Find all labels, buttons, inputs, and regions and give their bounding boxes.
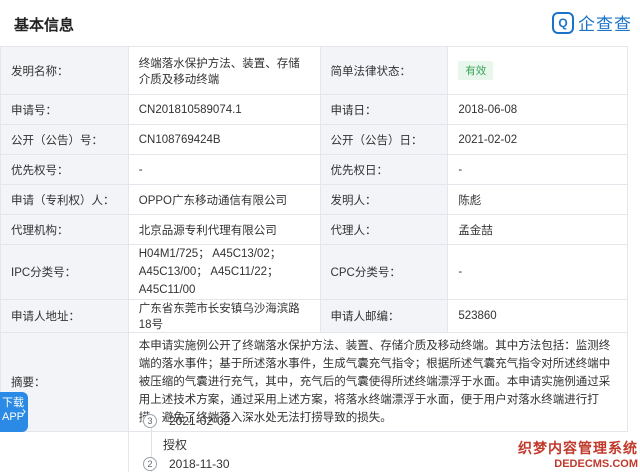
value-cpc: -: [447, 244, 628, 300]
value-priority-no: -: [127, 154, 321, 185]
timeline-date: 2021-02-02: [169, 414, 231, 428]
watermark: 织梦内容管理系统 DEDECMS.COM: [518, 438, 638, 470]
table-row: 公开（公告）号： CN108769424B 公开（公告）日： 2021-02-0…: [0, 124, 628, 155]
timeline-step-badge: 2: [143, 457, 157, 471]
timeline-step-badge: 3: [143, 414, 157, 428]
value-application-no: CN201810589074.1: [127, 94, 321, 125]
table-row: 优先权号： - 优先权日： -: [0, 154, 628, 185]
logo-icon: Q: [552, 11, 574, 34]
value-agent: 孟金喆: [447, 214, 628, 245]
label-cpc: CPC分类号：: [319, 244, 449, 300]
chevron-right-icon: ›: [22, 404, 26, 418]
timeline-item: 2 2018-11-30: [143, 457, 230, 471]
label-application-no: 申请号：: [0, 94, 129, 125]
qichacha-logo[interactable]: Q 企查查: [552, 10, 632, 35]
table-row: 申请人地址： 广东省东莞市长安镇乌沙海滨路18号 申请人邮编： 523860: [0, 299, 628, 333]
download-app-tab[interactable]: 下载 APP ›: [0, 392, 28, 432]
section-header: 基本信息 Q 企查查: [0, 0, 640, 48]
table-row: 申请（专利权）人： OPPO广东移动通信有限公司 发明人： 陈彪: [0, 184, 628, 215]
watermark-url: DEDECMS.COM: [554, 458, 638, 470]
label-publication-no: 公开（公告）号：: [0, 124, 129, 155]
label-priority-date: 优先权日：: [319, 154, 449, 185]
value-priority-date: -: [447, 154, 628, 185]
logo-text: 企查查: [578, 15, 632, 34]
table-row: 发明名称： 终端落水保护方法、装置、存储介质及移动终端 简单法律状态： 有效: [0, 46, 628, 95]
table-row: 代理机构： 北京品源专利代理有限公司 代理人： 孟金喆: [0, 214, 628, 245]
label-agent: 代理人：: [319, 214, 449, 245]
label-priority-no: 优先权号：: [0, 154, 129, 185]
watermark-title: 织梦内容管理系统: [518, 440, 638, 456]
patent-info-table: 发明名称： 终端落水保护方法、装置、存储介质及移动终端 简单法律状态： 有效 申…: [0, 46, 629, 432]
status-badge: 有效: [458, 61, 494, 80]
value-inventor: 陈彪: [447, 184, 628, 215]
label-address: 申请人地址：: [0, 299, 129, 333]
label-inventor: 发明人：: [319, 184, 449, 215]
value-invention-name: 终端落水保护方法、装置、存储介质及移动终端: [127, 46, 321, 95]
label-application-date: 申请日：: [319, 94, 449, 125]
label-legal-status: 简单法律状态：: [319, 46, 449, 95]
value-publication-date: 2021-02-02: [447, 124, 628, 155]
applicant-link[interactable]: OPPO广东移动通信有限公司: [127, 184, 321, 215]
timeline-item: 3 2021-02-02: [143, 414, 230, 428]
table-row: 申请号： CN201810589074.1 申请日： 2018-06-08: [0, 94, 628, 125]
label-agency: 代理机构：: [0, 214, 129, 245]
label-publication-date: 公开（公告）日：: [319, 124, 449, 155]
section-title: 基本信息: [14, 17, 75, 34]
timeline-date: 2018-11-30: [169, 457, 230, 471]
value-postcode: 523860: [447, 299, 628, 333]
label-invention-name: 发明名称：: [0, 46, 129, 95]
value-address: 广东省东莞市长安镇乌沙海滨路18号: [127, 299, 321, 333]
timeline-event: 授权: [163, 438, 188, 452]
label-postcode: 申请人邮编：: [319, 299, 449, 333]
table-row: IPC分类号： H04M1/725； A45C13/02； A45C13/00；…: [0, 244, 628, 300]
value-ipc: H04M1/725； A45C13/02； A45C13/00； A45C11/…: [127, 244, 321, 300]
value-application-date: 2018-06-08: [447, 94, 628, 125]
agency-link[interactable]: 北京品源专利代理有限公司: [127, 214, 321, 245]
label-ipc: IPC分类号：: [0, 244, 129, 300]
value-publication-no: CN108769424B: [127, 124, 321, 155]
label-applicant: 申请（专利权）人：: [0, 184, 129, 215]
